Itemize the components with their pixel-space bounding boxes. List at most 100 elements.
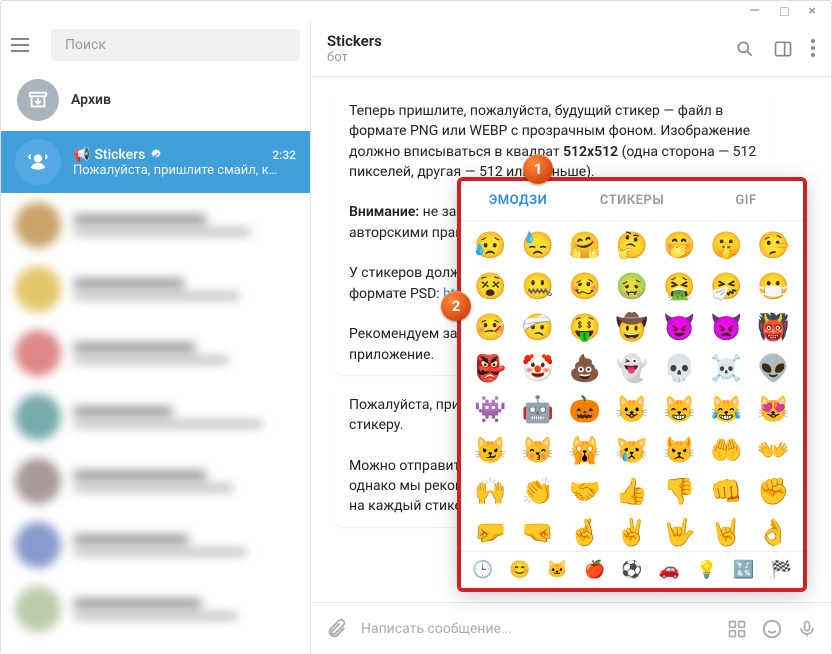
- emoji-item[interactable]: 👾: [467, 389, 514, 430]
- close-button[interactable]: ×: [809, 3, 816, 19]
- chat-main: Stickers бот Теперь пришлите, пожалуйста…: [311, 21, 831, 654]
- emoji-item[interactable]: 👹: [750, 307, 797, 348]
- emoji-item[interactable]: 🤟: [656, 512, 703, 551]
- emoji-item[interactable]: 🤔: [608, 225, 655, 266]
- emoji-item[interactable]: 🎃: [561, 389, 608, 430]
- emoji-item[interactable]: 👿: [703, 307, 750, 348]
- chat-preview: Пожалуйста, пришлите смайл, к…: [73, 163, 296, 178]
- emoji-item[interactable]: 😵: [467, 266, 514, 307]
- tab-stickers[interactable]: СТИКЕРЫ: [575, 181, 689, 220]
- emoji-item[interactable]: 😈: [656, 307, 703, 348]
- emoji-item[interactable]: 🤡: [514, 348, 561, 389]
- emoji-category[interactable]: ⚽: [619, 557, 645, 583]
- emoji-item[interactable]: 😹: [703, 389, 750, 430]
- emoji-item[interactable]: 🤞: [561, 512, 608, 551]
- menu-icon[interactable]: [11, 38, 41, 52]
- chat-header: Stickers бот: [311, 21, 831, 77]
- emoji-item[interactable]: 🤘: [703, 512, 750, 551]
- sidebar: Поиск Архив 📢 Stickers: [1, 21, 311, 654]
- emoji-item[interactable]: 😻: [750, 389, 797, 430]
- chat-item-stickers[interactable]: 📢 Stickers 2:32 Пожалуйста, пришлите сма…: [1, 131, 310, 193]
- emoji-item[interactable]: 👊: [703, 471, 750, 512]
- callout-2: 2: [441, 291, 471, 321]
- emoji-item[interactable]: 👏: [514, 471, 561, 512]
- search-icon[interactable]: [735, 39, 755, 59]
- emoji-panel: ЭМОДЗИ СТИКЕРЫ GIF 😥😓🤗🤔🤭🤫🤥 😵🤐🥴🤢🤮🤧😷 🤒🤕🤑🤠😈👿👹…: [457, 177, 807, 592]
- archive-icon: [17, 79, 59, 121]
- chat-title: Stickers: [327, 32, 382, 50]
- chat-name: Stickers: [94, 147, 145, 163]
- emoji-item[interactable]: 🤠: [608, 307, 655, 348]
- commands-icon[interactable]: [727, 619, 747, 639]
- chat-subtitle: бот: [327, 50, 382, 65]
- emoji-item[interactable]: 👺: [467, 348, 514, 389]
- emoji-item[interactable]: 👽: [750, 348, 797, 389]
- emoji-category[interactable]: 🍎: [582, 557, 608, 583]
- emoji-item[interactable]: 🤲: [703, 430, 750, 471]
- emoji-item[interactable]: 😼: [467, 430, 514, 471]
- emoji-item[interactable]: 🤥: [750, 225, 797, 266]
- emoji-item[interactable]: 🤝: [561, 471, 608, 512]
- emoji-item[interactable]: 🤮: [656, 266, 703, 307]
- emoji-item[interactable]: 🙌: [467, 471, 514, 512]
- emoji-category[interactable]: 🚗: [656, 557, 682, 583]
- emoji-item[interactable]: 🤜: [514, 512, 561, 551]
- emoji-item[interactable]: 🤑: [561, 307, 608, 348]
- message-input[interactable]: Написать сообщение...: [361, 621, 713, 637]
- archive-row[interactable]: Архив: [1, 69, 310, 131]
- emoji-item[interactable]: 👎: [656, 471, 703, 512]
- callout-1: 1: [523, 154, 553, 184]
- mic-icon[interactable]: [797, 618, 817, 640]
- emoji-item[interactable]: 🤒: [467, 307, 514, 348]
- emoji-item[interactable]: 🥴: [561, 266, 608, 307]
- sidebar-toggle-icon[interactable]: [773, 39, 793, 59]
- emoji-item[interactable]: 🤫: [703, 225, 750, 266]
- emoji-item[interactable]: 😥: [467, 225, 514, 266]
- search-input[interactable]: Поиск: [51, 29, 300, 61]
- emoji-item[interactable]: 👻: [608, 348, 655, 389]
- emoji-item[interactable]: 👐: [750, 430, 797, 471]
- emoji-item[interactable]: 😺: [608, 389, 655, 430]
- emoji-category[interactable]: 🕒: [470, 557, 496, 583]
- emoji-item[interactable]: ☠️: [703, 348, 750, 389]
- bot-prefix-icon: 📢: [73, 147, 90, 163]
- emoji-category[interactable]: 😊: [507, 557, 533, 583]
- emoji-item[interactable]: 🤕: [514, 307, 561, 348]
- emoji-item[interactable]: ✊: [750, 471, 797, 512]
- emoji-item[interactable]: 😸: [656, 389, 703, 430]
- emoji-item[interactable]: 😷: [750, 266, 797, 307]
- emoji-icon[interactable]: [761, 618, 783, 640]
- message-input-bar: Написать сообщение...: [311, 602, 831, 654]
- emoji-item[interactable]: 🤖: [514, 389, 561, 430]
- attach-icon[interactable]: [325, 618, 347, 640]
- emoji-item[interactable]: 👍: [608, 471, 655, 512]
- emoji-item[interactable]: 😽: [514, 430, 561, 471]
- other-chats-blurred: [1, 193, 310, 654]
- emoji-item[interactable]: ✌️: [608, 512, 655, 551]
- emoji-item[interactable]: 💀: [656, 348, 703, 389]
- emoji-item[interactable]: 💩: [561, 348, 608, 389]
- emoji-item[interactable]: 🤗: [561, 225, 608, 266]
- emoji-item[interactable]: 🙀: [561, 430, 608, 471]
- emoji-category[interactable]: 🏁: [768, 557, 794, 583]
- maximize-button[interactable]: □: [780, 3, 788, 20]
- tab-gif[interactable]: GIF: [689, 181, 803, 220]
- chat-time: 2:32: [272, 148, 296, 162]
- archive-label: Архив: [71, 92, 111, 108]
- minimize-button[interactable]: —: [749, 3, 760, 19]
- emoji-category[interactable]: 🐱: [544, 557, 570, 583]
- emoji-category[interactable]: 🔣: [731, 557, 757, 583]
- emoji-item[interactable]: 🤐: [514, 266, 561, 307]
- emoji-item[interactable]: 🤧: [703, 266, 750, 307]
- emoji-item[interactable]: 😿: [608, 430, 655, 471]
- tab-emoji[interactable]: ЭМОДЗИ: [461, 181, 575, 220]
- emoji-category[interactable]: 💡: [694, 557, 720, 583]
- verified-icon: [149, 148, 163, 162]
- emoji-item[interactable]: 🤭: [656, 225, 703, 266]
- emoji-item[interactable]: 😓: [514, 225, 561, 266]
- emoji-item[interactable]: 👌: [750, 512, 797, 551]
- emoji-item[interactable]: 🤢: [608, 266, 655, 307]
- more-icon[interactable]: [811, 39, 815, 59]
- emoji-item[interactable]: 😾: [656, 430, 703, 471]
- emoji-item[interactable]: 🤛: [467, 512, 514, 551]
